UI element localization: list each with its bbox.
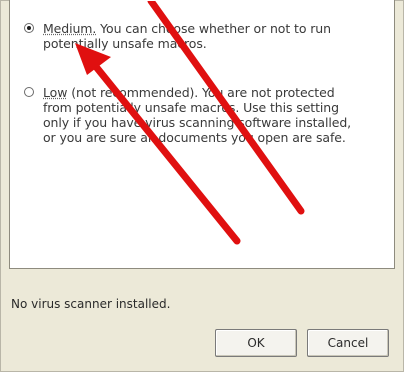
option-low-description: (not recommended). You are not protected… xyxy=(43,85,352,145)
medium-radio[interactable] xyxy=(24,23,34,33)
option-medium[interactable]: Medium. You can choose whether or not to… xyxy=(24,21,354,51)
ok-button[interactable]: OK xyxy=(215,329,297,357)
option-medium-lead: Medium. xyxy=(43,21,97,36)
option-low[interactable]: Low (not recommended). You are not prote… xyxy=(24,85,354,145)
security-level-panel: Medium. You can choose whether or not to… xyxy=(9,0,395,269)
option-low-lead: Low xyxy=(43,85,68,100)
option-low-label: Low (not recommended). You are not prote… xyxy=(43,85,354,145)
virus-scanner-status: No virus scanner installed. xyxy=(11,297,171,311)
option-medium-label: Medium. You can choose whether or not to… xyxy=(43,21,354,51)
macro-security-dialog: Medium. You can choose whether or not to… xyxy=(0,0,404,372)
low-radio[interactable] xyxy=(24,87,34,97)
cancel-button[interactable]: Cancel xyxy=(307,329,389,357)
